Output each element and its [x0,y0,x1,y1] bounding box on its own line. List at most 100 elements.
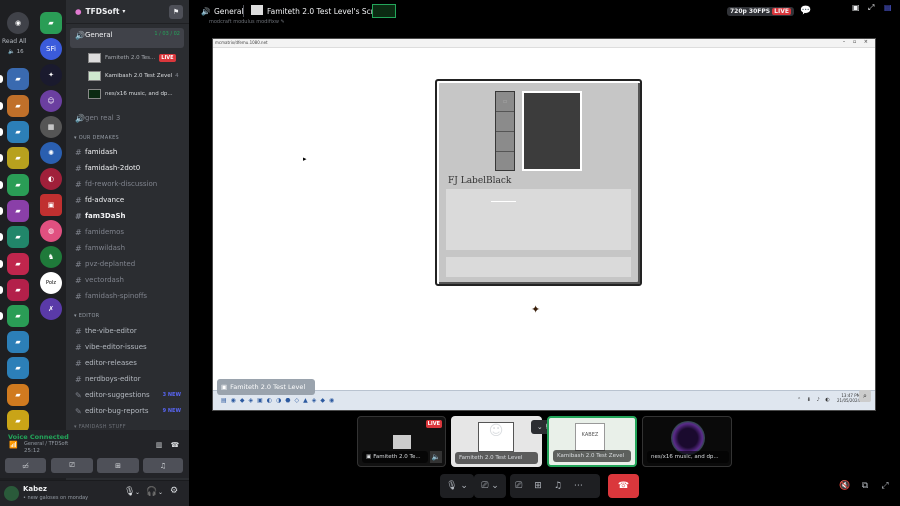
server-avatar[interactable]: ◍ [40,220,62,242]
stream-entry-nes[interactable]: nes/x16 music, and dp... [88,87,173,101]
channel-famidemos[interactable]: # famidemos [70,225,184,239]
stream-preview-icon[interactable] [372,4,396,18]
discord-home-icon[interactable]: ◉ [7,12,29,34]
inventory-slot[interactable] [496,152,514,171]
channel-famidash-spinoffs[interactable]: # famidash-spinoffs [70,289,184,303]
folder-icon[interactable]: ▰ [7,253,29,275]
channel-famwildash[interactable]: # famwildash [70,241,184,255]
folder-icon[interactable]: ▰ [7,147,29,169]
gui-text-area[interactable] [446,189,631,250]
noise-suppression-icon[interactable]: ▥ [152,439,166,451]
channel-editor-releases[interactable]: # editor-releases [70,356,184,370]
folder-icon[interactable]: ▰ [7,95,29,117]
channel-famidash[interactable]: # famidash [70,145,184,159]
server-avatar[interactable]: ◐ [40,168,62,190]
voice-status-location[interactable]: General / TFDSoft [24,441,68,447]
taskbar-tooltip[interactable]: ▣ Famiteth 2.0 Test Level [217,379,315,395]
channel-editor-suggestions[interactable]: ✎ editor-suggestions 3 NEW [70,388,184,402]
camera-button[interactable]: ⎚ ⌄ [474,474,506,498]
channel-vibe-editor-issues[interactable]: # vibe-editor-issues [70,340,184,354]
inventory-slot[interactable] [496,132,514,152]
server-avatar[interactable]: Polz [40,272,62,294]
zoom-icon[interactable]: ⌕ [859,390,871,402]
server-avatar[interactable]: ✺ [40,142,62,164]
stream-tile[interactable]: nes/x16 music, and dp... [642,416,732,467]
read-all-label[interactable]: Read All [2,38,26,45]
category-editor[interactable]: ▾ EDITOR [74,313,99,319]
voice-channel-general[interactable]: 🔊 General 1 / 03 / 02 [70,28,184,48]
inventory-slot[interactable]: ▫ [496,92,514,112]
volume-icon[interactable]: 🔈 [430,451,442,463]
inventory-slot[interactable] [496,112,514,132]
server-avatar[interactable]: ▦ [40,116,62,138]
window-icon[interactable]: ▣ [852,3,860,12]
gear-icon[interactable]: ⚙ [170,486,178,496]
activity-button[interactable]: ⊞ [97,458,139,473]
channel-fd-rework[interactable]: # fd-rework-discussion [70,177,184,191]
invite-icon[interactable]: ⚑ [169,5,183,19]
chat-icon[interactable]: 💬 [800,6,811,16]
server-name: TFDSoft [85,7,120,16]
channel-editor-bug-reports[interactable]: ✎ editor-bug-reports 9 NEW [70,404,184,418]
stream-entry-kamibash[interactable]: Kamibash 2.0 Test Zevel 4 [88,69,179,83]
chevron-down-icon[interactable]: ⌄ [158,489,163,496]
leave-call-button[interactable]: ☎ [608,474,639,498]
server-header[interactable]: ● TFDSoft ▾ ⚑ [66,0,189,24]
headphones-icon[interactable]: 🎧 [146,487,157,497]
soundboard-button[interactable]: ♫ [143,458,183,473]
header-channel-name[interactable]: General [214,7,244,16]
server-icon[interactable]: ▰ [40,12,62,34]
gui-input-field[interactable] [446,257,631,277]
screen-share-button[interactable]: ⎚ [51,458,93,473]
stream-tile[interactable]: LIVE ▣ Famiteth 2.0 Te... 🔈 [357,416,446,467]
channel-the-vibe-editor[interactable]: # the-vibe-editor [70,324,184,338]
disconnect-icon[interactable]: ☎ [168,439,182,451]
fullscreen-button[interactable]: ⤢ [878,474,892,498]
folder-icon[interactable]: ▰ [7,68,29,90]
soundboard-icon: ♫ [159,461,167,470]
mic-button[interactable]: 🎙 ⌄ [440,474,474,498]
avatar[interactable] [4,486,19,501]
server-avatar[interactable]: ▣ [40,194,62,216]
channel-pvz-deplanted[interactable]: # pvz-deplanted [70,257,184,271]
folder-icon[interactable]: ▰ [7,174,29,196]
stream-entry-famiteth[interactable]: Famiteth 2.0 Tes... LIVE [88,51,176,65]
mute-stream-button[interactable]: 🔇 [838,474,852,498]
channel-nerdboys-editor[interactable]: # nerdboys-editor [70,372,184,386]
server-avatar[interactable]: SFi [40,38,62,60]
folder-icon[interactable]: ▰ [7,384,29,406]
channel-fam3dash[interactable]: # fam3DaSh [70,209,184,223]
server-avatar[interactable]: ✦ [40,64,62,86]
folder-icon[interactable]: ▰ [7,279,29,301]
pencil-icon[interactable]: ✎ [281,19,285,25]
mic-icon[interactable]: 🎙 [124,487,135,497]
call-tools[interactable]: ⎚⊞♫⋯ [510,474,600,498]
channel-vectordash[interactable]: # vectordash [70,273,184,287]
taskbar-app-icons[interactable]: ▤◉◆◈▣◐◑⬣◇▲◈◆◉ [221,397,338,404]
server-avatar[interactable]: ☺ [40,90,62,112]
folder-icon[interactable]: ▰ [7,331,29,353]
folder-icon[interactable]: ▰ [7,121,29,143]
folder-icon[interactable]: ▰ [7,200,29,222]
voice-channel-gen-real[interactable]: 🔊 gen real 3 [70,111,184,125]
channel-fd-advance[interactable]: # fd-advance [70,193,184,207]
chevron-down-icon[interactable]: ⌄ [135,489,140,496]
folder-icon[interactable]: ▰ [7,226,29,248]
popout-icon[interactable]: ▤ [884,3,892,12]
shared-screen[interactable]: mcmatrix/dfemu.1080.net – ▫ × ▫ FJ Label… [212,38,876,411]
tray-icons[interactable]: ⌃ ⬇ ♪ ◐ [797,397,832,403]
channel-famidash-2dot0[interactable]: # famidash-2dot0 [70,161,184,175]
folder-icon[interactable]: ▰ [7,410,29,432]
activity-icon: ⎚⊞♫⋯ [515,481,595,491]
category-remakes[interactable]: ▾ OUR DEMAKES [74,135,119,141]
server-avatar[interactable]: ♞ [40,246,62,268]
channel-name: fd-advance [85,196,125,204]
folder-icon[interactable]: ▰ [7,357,29,379]
camera-button[interactable]: ▭̸ [5,458,46,473]
stream-tile[interactable]: ☺ Famiteth 2.0 Test Level [451,416,542,467]
shrink-icon[interactable]: ⤢ [868,3,874,13]
server-avatar[interactable]: ✗ [40,298,62,320]
folder-icon[interactable]: ▰ [7,305,29,327]
popout-button[interactable]: ⧉ [858,474,872,498]
stream-tile[interactable]: KABEZ Kamibash 2.0 Test Zevel [547,416,637,467]
